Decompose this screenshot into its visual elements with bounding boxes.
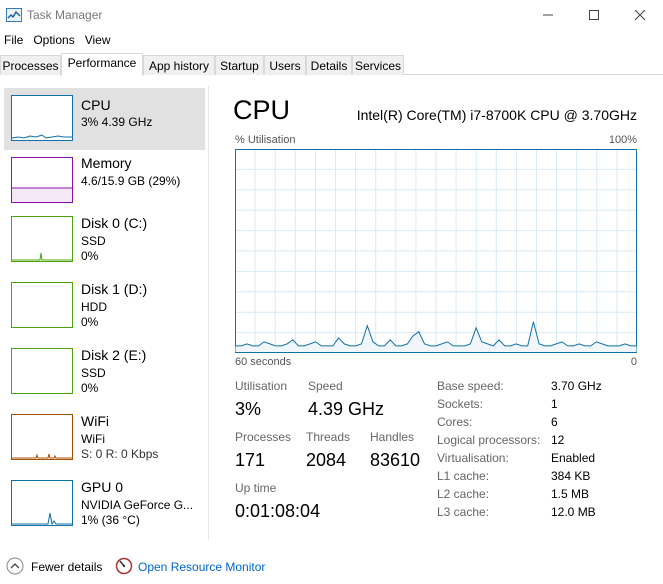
tab-performance[interactable]: Performance xyxy=(61,53,143,76)
sidebar-item-memory[interactable]: Memory 4.6/15.9 GB (29%) xyxy=(4,150,205,212)
sidebar-item-label: CPU xyxy=(81,97,111,113)
spec-label: Sockets: xyxy=(437,397,484,411)
task-manager-icon xyxy=(6,8,22,22)
sidebar-item-label: WiFi xyxy=(81,413,109,429)
threads-label: Threads xyxy=(306,430,351,444)
sidebar-item-label: Memory xyxy=(81,155,132,171)
close-icon xyxy=(635,10,645,20)
spec-value: 1 xyxy=(551,397,558,411)
sidebar-item-detail: SSD xyxy=(81,366,106,380)
spec-value: 6 xyxy=(551,415,558,429)
cpu-utilisation-graph xyxy=(235,149,637,353)
sidebar-item-detail: 4.6/15.9 GB (29%) xyxy=(81,174,181,188)
sidebar-item-label: Disk 2 (E:) xyxy=(81,347,147,363)
tab-services[interactable]: Services xyxy=(352,55,404,75)
speed-value: 4.39 GHz xyxy=(308,399,385,419)
menu-file[interactable]: File xyxy=(0,31,28,51)
sidebar-item-throughput: S: 0 R: 0 Kbps xyxy=(81,447,159,461)
fewer-details-button[interactable] xyxy=(6,557,24,578)
threads-value: 2084 xyxy=(306,450,347,470)
tab-startup[interactable]: Startup xyxy=(215,55,264,75)
minimize-button[interactable] xyxy=(525,0,571,30)
gpu-graph-icon xyxy=(11,480,73,526)
sidebar-item-wifi[interactable]: WiFi WiFi S: 0 R: 0 Kbps xyxy=(4,408,205,470)
disk-graph-icon xyxy=(11,216,73,262)
chevron-up-circle-icon xyxy=(6,557,24,575)
minimize-icon xyxy=(543,14,553,16)
sidebar-item-label: GPU 0 xyxy=(81,479,124,495)
menu-options[interactable]: Options xyxy=(28,31,79,51)
spec-value: 3.70 GHz xyxy=(551,379,602,393)
handles-label: Handles xyxy=(370,430,415,444)
spec-label: L1 cache: xyxy=(437,469,490,483)
sidebar-item-disk-1[interactable]: Disk 1 (D:) HDD 0% xyxy=(4,276,205,338)
sidebar-item-gpu-0[interactable]: GPU 0 NVIDIA GeForce G... 1% (36 °C) xyxy=(4,474,205,536)
disk-graph-icon xyxy=(11,348,73,394)
footer: Fewer details Open Resource Monitor xyxy=(0,553,663,584)
tab-users[interactable]: Users xyxy=(264,55,306,75)
cpu-graph-icon xyxy=(11,95,73,141)
tab-processes[interactable]: Processes xyxy=(0,55,61,75)
utilisation-value: 3% xyxy=(235,399,262,419)
sidebar-item-usage: 1% (36 °C) xyxy=(81,513,140,527)
sidebar-item-label: Disk 1 (D:) xyxy=(81,281,148,297)
sidebar-item-usage: 0% xyxy=(81,315,99,329)
open-resource-monitor-link[interactable]: Open Resource Monitor xyxy=(138,560,265,574)
cpu-model-name: Intel(R) Core(TM) i7-8700K CPU @ 3.70GHz xyxy=(356,107,637,123)
maximize-icon xyxy=(589,10,599,20)
window-title: Task Manager xyxy=(27,8,103,22)
sidebar-item-cpu[interactable]: CPU 3% 4.39 GHz xyxy=(4,88,205,150)
sidebar-item-label: Disk 0 (C:) xyxy=(81,215,148,231)
graph-x-end-label: 0 xyxy=(630,356,637,368)
tab-strip: Processes Performance App history Startu… xyxy=(0,53,663,76)
graph-x-label: 60 seconds xyxy=(235,356,292,368)
spec-value: 1.5 MB xyxy=(551,487,590,501)
sidebar-item-detail: WiFi xyxy=(81,432,105,446)
processes-label: Processes xyxy=(235,430,292,444)
menu-bar: File Options View xyxy=(0,31,116,51)
disk-graph-icon xyxy=(11,282,73,328)
spec-label: L3 cache: xyxy=(437,505,490,519)
sidebar-item-detail: SSD xyxy=(81,234,106,248)
spec-value: Enabled xyxy=(551,451,596,465)
tab-app-history[interactable]: App history xyxy=(143,55,215,75)
memory-graph-icon xyxy=(11,157,73,203)
spec-label: Logical processors: xyxy=(437,433,541,447)
tab-details[interactable]: Details xyxy=(306,55,352,75)
handles-value: 83610 xyxy=(370,450,421,470)
graph-y-label: % Utilisation xyxy=(235,134,296,146)
fewer-details-link[interactable]: Fewer details xyxy=(31,560,102,574)
sidebar-item-usage: 0% xyxy=(81,249,99,263)
resource-monitor-icon xyxy=(115,557,133,575)
sidebar-divider xyxy=(208,86,209,540)
uptime-label: Up time xyxy=(235,481,277,495)
utilisation-label: Utilisation xyxy=(235,379,288,393)
spec-label: L2 cache: xyxy=(437,487,490,501)
page-title: CPU xyxy=(233,95,291,125)
sidebar-item-disk-2[interactable]: Disk 2 (E:) SSD 0% xyxy=(4,342,205,404)
spec-label: Base speed: xyxy=(437,379,504,393)
wifi-graph-icon xyxy=(11,414,73,460)
maximize-button[interactable] xyxy=(571,0,617,30)
spec-value: 12.0 MB xyxy=(551,505,596,519)
sidebar-item-detail: 3% 4.39 GHz xyxy=(81,115,153,129)
processes-value: 171 xyxy=(235,450,266,470)
spec-value: 384 KB xyxy=(551,469,591,483)
spec-label: Cores: xyxy=(437,415,473,429)
sidebar-item-disk-0[interactable]: Disk 0 (C:) SSD 0% xyxy=(4,210,205,272)
spec-label: Virtualisation: xyxy=(437,451,509,465)
speed-label: Speed xyxy=(308,379,343,393)
spec-value: 12 xyxy=(551,433,565,447)
close-button[interactable] xyxy=(617,0,663,30)
title-bar: Task Manager xyxy=(0,0,663,30)
sidebar-item-usage: 0% xyxy=(81,381,99,395)
menu-view[interactable]: View xyxy=(80,31,116,51)
sidebar-item-detail: HDD xyxy=(81,300,107,314)
resource-monitor-button[interactable] xyxy=(115,557,133,578)
graph-y-max-label: 100% xyxy=(608,134,637,146)
sidebar-item-detail: NVIDIA GeForce G... xyxy=(81,498,194,512)
uptime-value: 0:01:08:04 xyxy=(235,501,321,521)
